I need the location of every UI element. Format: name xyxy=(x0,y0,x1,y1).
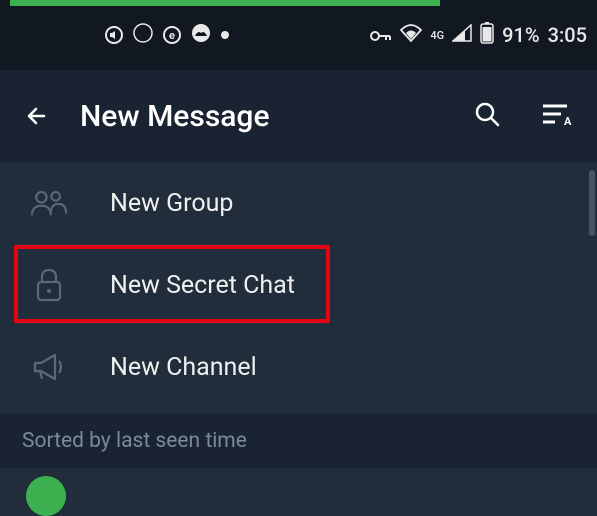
key-icon xyxy=(370,23,392,47)
section-header: Sorted by last seen time xyxy=(0,414,597,468)
clock-time: 3:05 xyxy=(548,23,587,47)
battery-percent: 91% xyxy=(502,23,539,47)
menu-item-new-group[interactable]: New Group xyxy=(0,162,597,244)
megaphone-icon xyxy=(30,348,68,386)
scrollbar-thumb[interactable] xyxy=(589,170,595,236)
top-accent-bar xyxy=(10,0,440,6)
dot-icon xyxy=(221,31,229,39)
menu-label-new-channel: New Channel xyxy=(110,353,257,382)
status-left: e xyxy=(10,23,229,48)
page-title: New Message xyxy=(80,99,443,134)
signal-icon xyxy=(452,23,472,47)
battery-icon xyxy=(480,22,494,49)
group-icon xyxy=(30,184,68,222)
network-type: 4G xyxy=(430,29,444,42)
menu-item-new-channel[interactable]: New Channel xyxy=(0,326,597,408)
vpn-icon xyxy=(191,23,211,48)
moon-icon xyxy=(133,23,153,48)
svg-text:A: A xyxy=(564,115,572,127)
sound-icon xyxy=(105,26,123,44)
status-right: 4G 91% 3:05 xyxy=(370,22,587,49)
menu-label-new-secret-chat: New Secret Chat xyxy=(110,271,295,300)
menu-label-new-group: New Group xyxy=(110,189,233,218)
e-icon: e xyxy=(163,26,181,44)
menu-item-new-secret-chat[interactable]: New Secret Chat xyxy=(0,244,597,326)
sort-button[interactable]: A xyxy=(541,101,573,131)
search-button[interactable] xyxy=(473,100,501,132)
app-bar-actions: A xyxy=(473,100,573,132)
content-area: New Group New Secret Chat New Channel So… xyxy=(0,162,597,516)
wifi-icon xyxy=(400,23,422,47)
section-header-label: Sorted by last seen time xyxy=(22,429,247,453)
back-button[interactable] xyxy=(24,103,50,129)
status-bar: e 4G 91% 3:05 xyxy=(0,0,597,70)
lock-icon xyxy=(30,266,68,304)
contact-avatar[interactable] xyxy=(26,476,66,516)
app-bar: New Message A xyxy=(0,70,597,162)
